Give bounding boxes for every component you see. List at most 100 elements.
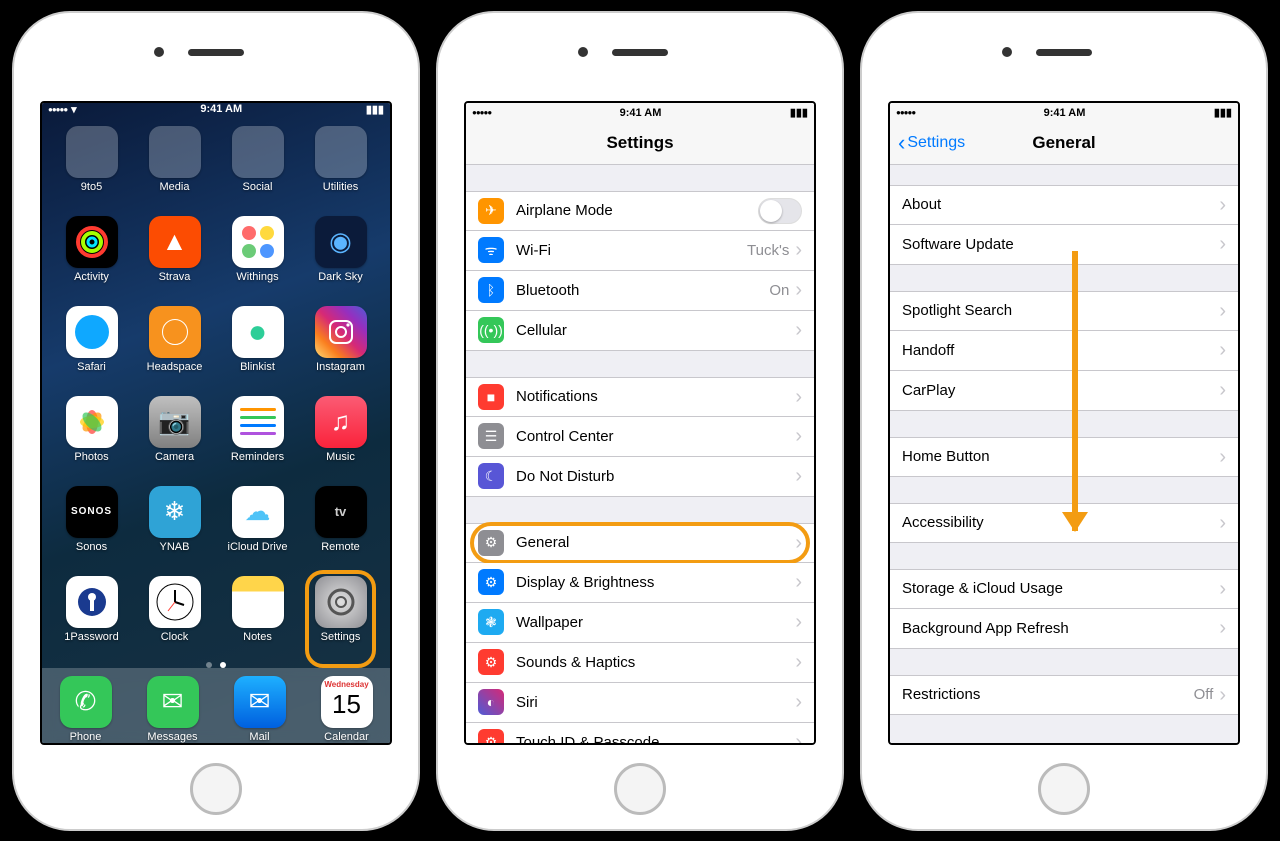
status-time: 9:41 AM bbox=[200, 103, 242, 115]
row-wallpaper[interactable]: ❃Wallpaper› bbox=[466, 603, 814, 643]
app-darksky[interactable]: ◉Dark Sky bbox=[299, 216, 382, 302]
status-time: 9:41 AM bbox=[620, 107, 662, 119]
row-handoff[interactable]: Handoff› bbox=[890, 331, 1238, 371]
row-label: General bbox=[516, 534, 569, 551]
row-label: About bbox=[902, 196, 941, 213]
home-button[interactable] bbox=[614, 763, 666, 815]
row-sounds-haptics[interactable]: ⚙Sounds & Haptics› bbox=[466, 643, 814, 683]
general-list[interactable]: About›Software Update› Spotlight Search›… bbox=[890, 165, 1238, 743]
chevron-right-icon: › bbox=[1219, 195, 1226, 215]
row-label: Home Button bbox=[902, 448, 990, 465]
app-icloud-drive[interactable]: ☁iCloud Drive bbox=[216, 486, 299, 572]
chevron-right-icon: › bbox=[795, 426, 802, 446]
row-display-brightness[interactable]: ⚙Display & Brightness› bbox=[466, 563, 814, 603]
row-cellular[interactable]: ((•))Cellular› bbox=[466, 311, 814, 351]
settings-section-icon: ■ bbox=[478, 384, 504, 410]
home-icon-grid: 9to5 Media Social bbox=[42, 116, 390, 662]
row-storage-icloud-usage[interactable]: Storage & iCloud Usage› bbox=[890, 569, 1238, 609]
settings-section-icon: ᯤ bbox=[478, 237, 504, 263]
row-detail: On bbox=[769, 282, 795, 299]
folder-social[interactable]: Social bbox=[216, 126, 299, 212]
row-bluetooth[interactable]: ᛒBluetoothOn› bbox=[466, 271, 814, 311]
row-restrictions[interactable]: RestrictionsOff› bbox=[890, 675, 1238, 715]
row-do-not-disturb[interactable]: ☾Do Not Disturb› bbox=[466, 457, 814, 497]
row-label: Storage & iCloud Usage bbox=[902, 580, 1063, 597]
app-photos[interactable]: Photos bbox=[50, 396, 133, 482]
settings-section-icon: ⚙ bbox=[478, 530, 504, 556]
chevron-right-icon: › bbox=[795, 240, 802, 260]
row-touch-id-passcode[interactable]: ⚙Touch ID & Passcode› bbox=[466, 723, 814, 743]
row-control-center[interactable]: ☰Control Center› bbox=[466, 417, 814, 457]
chevron-right-icon: › bbox=[795, 732, 802, 743]
app-camera[interactable]: 📷Camera bbox=[133, 396, 216, 482]
app-1password[interactable]: 1Password bbox=[50, 576, 133, 662]
folder-media[interactable]: Media bbox=[133, 126, 216, 212]
app-safari[interactable]: Safari bbox=[50, 306, 133, 392]
nav-title: Settings bbox=[606, 133, 673, 153]
app-headspace[interactable]: Headspace bbox=[133, 306, 216, 392]
dock: ✆Phone ✉Messages ✉Mail Wednesday15Calend… bbox=[42, 668, 390, 743]
chevron-right-icon: › bbox=[795, 572, 802, 592]
folder-9to5[interactable]: 9to5 bbox=[50, 126, 133, 212]
back-button[interactable]: ‹ Settings bbox=[898, 130, 965, 156]
app-sonos[interactable]: SONOSSonos bbox=[50, 486, 133, 572]
dock-messages[interactable]: ✉Messages bbox=[147, 676, 199, 743]
settings-list[interactable]: ✈Airplane ModeᯤWi-FiTuck's›ᛒBluetoothOn›… bbox=[466, 165, 814, 743]
app-reminders[interactable]: Reminders bbox=[216, 396, 299, 482]
row-home-button[interactable]: Home Button› bbox=[890, 437, 1238, 477]
app-remote[interactable]: tvRemote bbox=[299, 486, 382, 572]
app-ynab[interactable]: ❄YNAB bbox=[133, 486, 216, 572]
settings-section-icon: ((•)) bbox=[478, 317, 504, 343]
row-label: Control Center bbox=[516, 428, 614, 445]
chevron-right-icon: › bbox=[1219, 301, 1226, 321]
dock-calendar[interactable]: Wednesday15Calendar bbox=[321, 676, 373, 743]
row-label: Spotlight Search bbox=[902, 302, 1012, 319]
app-music[interactable]: ♫Music bbox=[299, 396, 382, 482]
settings-section-icon: ⚙ bbox=[478, 649, 504, 675]
app-settings[interactable]: Settings bbox=[299, 576, 382, 662]
row-label: Wallpaper bbox=[516, 614, 583, 631]
nav-bar: Settings bbox=[466, 123, 814, 165]
row-label: Software Update bbox=[902, 236, 1014, 253]
row-label: Siri bbox=[516, 694, 538, 711]
app-blinkist[interactable]: ●Blinkist bbox=[216, 306, 299, 392]
status-time: 9:41 AM bbox=[1044, 107, 1086, 119]
dock-mail[interactable]: ✉Mail bbox=[234, 676, 286, 743]
row-accessibility[interactable]: Accessibility › bbox=[890, 503, 1238, 543]
home-button[interactable] bbox=[190, 763, 242, 815]
settings-section-icon: ◐ bbox=[478, 689, 504, 715]
settings-section-icon: ⚙ bbox=[478, 569, 504, 595]
app-instagram[interactable]: Instagram bbox=[299, 306, 382, 392]
row-software-update[interactable]: Software Update› bbox=[890, 225, 1238, 265]
chevron-right-icon: › bbox=[795, 692, 802, 712]
folder-utilities[interactable]: Utilities bbox=[299, 126, 382, 212]
chevron-right-icon: › bbox=[795, 280, 802, 300]
iphone-home: ●●●●●▾ 9:41 AM ▮▮▮ 9to5 bbox=[12, 11, 420, 831]
app-strava[interactable]: ▲Strava bbox=[133, 216, 216, 302]
chevron-right-icon: › bbox=[795, 387, 802, 407]
app-notes[interactable]: Notes bbox=[216, 576, 299, 662]
app-clock[interactable]: Clock bbox=[133, 576, 216, 662]
home-button[interactable] bbox=[1038, 763, 1090, 815]
row-airplane-mode[interactable]: ✈Airplane Mode bbox=[466, 191, 814, 231]
row-carplay[interactable]: CarPlay› bbox=[890, 371, 1238, 411]
row-siri[interactable]: ◐ Siri › bbox=[466, 683, 814, 723]
chevron-right-icon: › bbox=[795, 533, 802, 553]
row-notifications[interactable]: ■Notifications› bbox=[466, 377, 814, 417]
chevron-right-icon: › bbox=[1219, 513, 1226, 533]
row-general[interactable]: ⚙ General › bbox=[466, 523, 814, 563]
toggle-switch[interactable] bbox=[758, 198, 802, 224]
app-activity[interactable]: Activity bbox=[50, 216, 133, 302]
row-wi-fi[interactable]: ᯤWi-FiTuck's› bbox=[466, 231, 814, 271]
row-label: Handoff bbox=[902, 342, 954, 359]
battery-icon: ▮▮▮ bbox=[1214, 106, 1232, 119]
dock-phone[interactable]: ✆Phone bbox=[60, 676, 112, 743]
row-background-app-refresh[interactable]: Background App Refresh› bbox=[890, 609, 1238, 649]
row-label: Wi-Fi bbox=[516, 242, 551, 259]
row-about[interactable]: About › bbox=[890, 185, 1238, 225]
row-label: Accessibility bbox=[902, 514, 984, 531]
row-label: Restrictions bbox=[902, 686, 980, 703]
row-label: CarPlay bbox=[902, 382, 955, 399]
row-spotlight-search[interactable]: Spotlight Search › bbox=[890, 291, 1238, 331]
app-withings[interactable]: Withings bbox=[216, 216, 299, 302]
